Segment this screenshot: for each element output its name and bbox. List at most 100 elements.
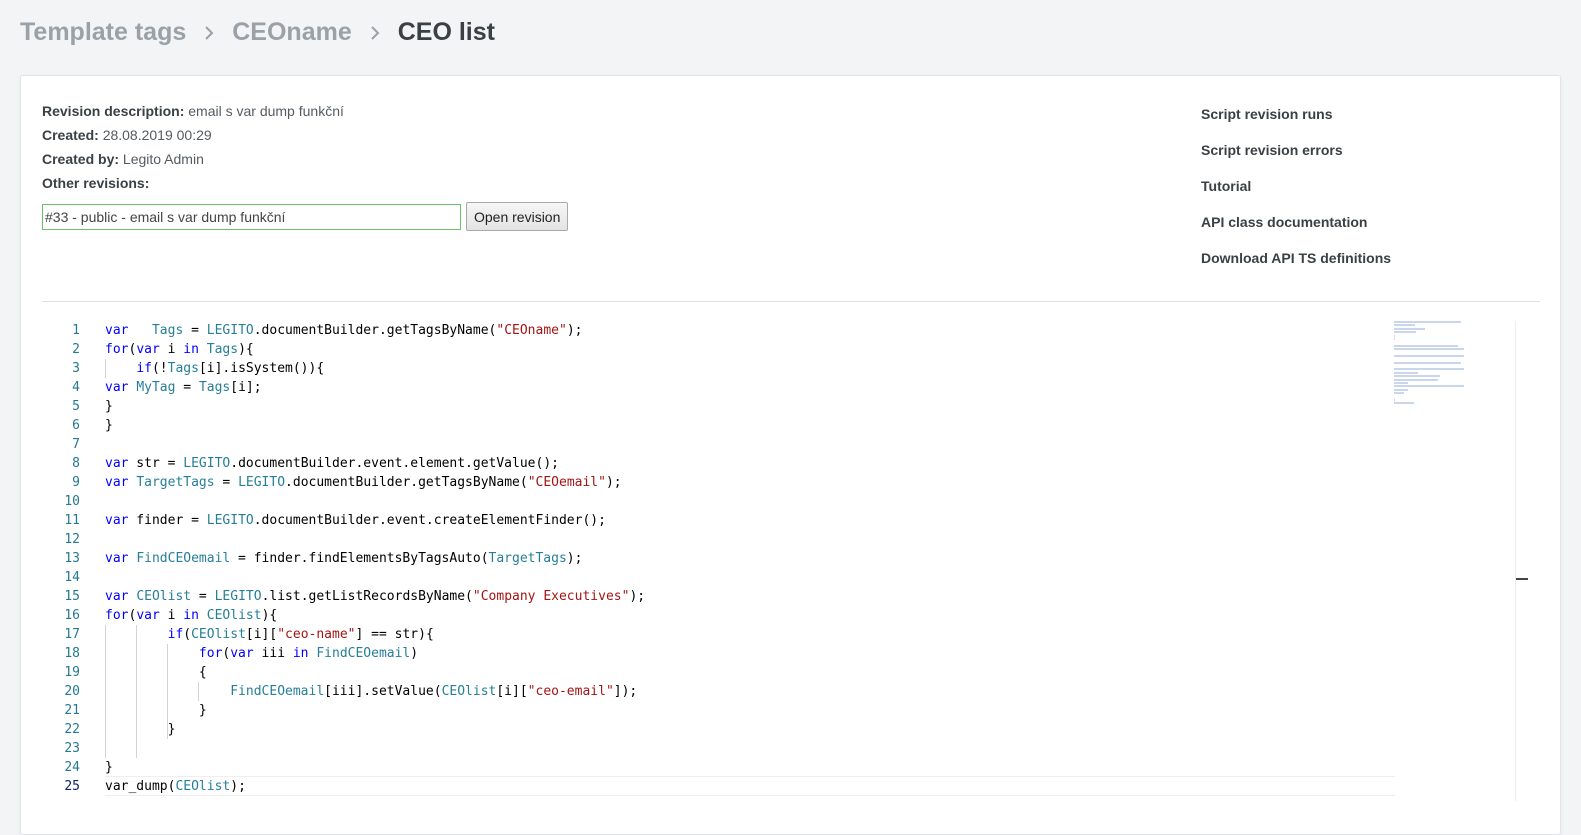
code-text[interactable]: var TargetTags = LEGITO.documentBuilder.… bbox=[105, 473, 622, 492]
created-value: 28.08.2019 00:29 bbox=[102, 127, 212, 143]
code-text[interactable]: var Tags = LEGITO.documentBuilder.getTag… bbox=[105, 321, 582, 340]
code-line[interactable]: 10 bbox=[42, 492, 645, 511]
api-class-documentation-link[interactable]: API class documentation bbox=[1201, 210, 1391, 246]
code-text[interactable]: } bbox=[105, 758, 113, 777]
line-number: 6 bbox=[72, 418, 80, 433]
tutorial-link[interactable]: Tutorial bbox=[1201, 174, 1391, 210]
code-line[interactable]: 17 if(CEOlist[i]["ceo-name"] == str){ bbox=[42, 625, 645, 644]
minimap-line bbox=[1394, 337, 1396, 340]
code-text[interactable]: } bbox=[105, 720, 176, 739]
line-number: 9 bbox=[72, 475, 80, 490]
code-line[interactable]: 3 if(!Tags[i].isSystem()){ bbox=[42, 359, 645, 378]
code-line[interactable]: 12 bbox=[42, 530, 645, 549]
code-text[interactable]: for(var iii in FindCEOemail) bbox=[105, 644, 418, 663]
code-line[interactable]: 5} bbox=[42, 397, 645, 416]
code-text[interactable]: var str = LEGITO.documentBuilder.event.e… bbox=[105, 454, 559, 473]
line-number: 12 bbox=[64, 532, 80, 547]
minimap-line bbox=[1394, 327, 1425, 330]
line-number: 13 bbox=[64, 551, 80, 566]
code-editor[interactable]: 1 var Tags = LEGITO.documentBuilder.getTa… bbox=[42, 321, 1540, 801]
code-line[interactable]: 7 bbox=[42, 435, 645, 454]
revision-description-label: Revision description: bbox=[42, 103, 185, 119]
created-by-label: Created by: bbox=[42, 151, 120, 167]
code-line[interactable]: 1 var Tags = LEGITO.documentBuilder.getTa… bbox=[42, 321, 645, 340]
minimap-line bbox=[1394, 398, 1396, 401]
code-line[interactable]: 25 var_dump(CEOlist); bbox=[42, 776, 1395, 796]
breadcrumb-template-tags[interactable]: Template tags bbox=[20, 18, 186, 47]
minimap-line bbox=[1394, 385, 1464, 388]
code-line[interactable]: 16 for(var i in CEOlist){ bbox=[42, 606, 645, 625]
minimap-line bbox=[1394, 368, 1464, 371]
code-text[interactable]: } bbox=[105, 397, 113, 416]
code-text[interactable]: FindCEOemail[iii].setValue(CEOlist[i]["c… bbox=[105, 682, 637, 701]
breadcrumb-ceoname[interactable]: CEOname bbox=[232, 18, 351, 47]
code-line[interactable]: 19 { bbox=[42, 663, 645, 682]
code-line[interactable]: 4 var MyTag = Tags[i]; bbox=[42, 378, 645, 397]
code-text[interactable]: var FindCEOemail = finder.findElementsBy… bbox=[105, 549, 582, 568]
code-text[interactable]: { bbox=[105, 663, 207, 682]
minimap-line bbox=[1394, 375, 1441, 378]
open-revision-button[interactable]: Open revision bbox=[466, 202, 569, 231]
code-line[interactable]: 15 var CEOlist = LEGITO.list.getListRecor… bbox=[42, 587, 645, 606]
other-revisions-label: Other revisions: bbox=[42, 175, 150, 191]
line-number: 3 bbox=[72, 361, 80, 376]
revision-selector: Open revision bbox=[42, 202, 569, 231]
code-line[interactable]: 23 bbox=[42, 739, 645, 758]
code-line[interactable]: 18 for(var iii in FindCEOemail) bbox=[42, 644, 645, 663]
minimap-line bbox=[1394, 371, 1419, 374]
code-line[interactable]: 20 FindCEOemail[iii].setValue(CEOlist[i]… bbox=[42, 682, 645, 701]
revision-description: Revision description: email s var dump f… bbox=[42, 99, 344, 123]
minimap-line bbox=[1394, 354, 1464, 357]
line-number: 22 bbox=[64, 722, 80, 737]
line-number: 5 bbox=[72, 399, 80, 414]
script-revision-errors-link[interactable]: Script revision errors bbox=[1201, 138, 1391, 174]
code-text[interactable]: if(!Tags[i].isSystem()){ bbox=[105, 359, 324, 378]
code-line[interactable]: 14 bbox=[42, 568, 645, 587]
editor-scrollbar[interactable] bbox=[1515, 321, 1529, 801]
line-number: 16 bbox=[64, 608, 80, 623]
revision-select-input[interactable] bbox=[42, 203, 461, 230]
code-line[interactable]: 6} bbox=[42, 416, 645, 435]
line-number: 21 bbox=[64, 703, 80, 718]
code-text[interactable]: for(var i in CEOlist){ bbox=[105, 606, 277, 625]
code-lines[interactable]: 1 var Tags = LEGITO.documentBuilder.getTa… bbox=[42, 321, 1395, 796]
revision-meta: Revision description: email s var dump f… bbox=[42, 99, 344, 195]
code-line[interactable]: 24} bbox=[42, 758, 645, 777]
created-by-value: Legito Admin bbox=[122, 151, 204, 167]
download-api-ts-definitions-link[interactable]: Download API TS definitions bbox=[1201, 246, 1391, 282]
line-number: 25 bbox=[64, 779, 80, 794]
code-line[interactable]: 11 var finder = LEGITO.documentBuilder.ev… bbox=[42, 511, 645, 530]
minimap-line bbox=[1394, 392, 1404, 395]
code-minimap[interactable] bbox=[1394, 321, 1484, 405]
code-text[interactable]: for(var i in Tags){ bbox=[105, 340, 254, 359]
minimap-line bbox=[1394, 348, 1464, 351]
code-text[interactable]: var CEOlist = LEGITO.list.getListRecords… bbox=[105, 587, 645, 606]
code-text[interactable]: var MyTag = Tags[i]; bbox=[105, 378, 262, 397]
code-text[interactable]: } bbox=[105, 416, 113, 435]
created-by: Created by: Legito Admin bbox=[42, 147, 344, 171]
minimap-line bbox=[1394, 378, 1438, 381]
revision-panel: Revision description: email s var dump f… bbox=[20, 75, 1561, 835]
created-label: Created: bbox=[42, 127, 99, 143]
code-line[interactable]: 22 } bbox=[42, 720, 645, 739]
line-number: 23 bbox=[64, 741, 80, 756]
code-line[interactable]: 8 var str = LEGITO.documentBuilder.event.… bbox=[42, 454, 645, 473]
minimap-line bbox=[1394, 388, 1409, 391]
line-number: 17 bbox=[64, 627, 80, 642]
code-text[interactable]: if(CEOlist[i]["ceo-name"] == str){ bbox=[105, 625, 434, 644]
other-revisions: Other revisions: bbox=[42, 171, 344, 195]
code-line[interactable]: 9 var TargetTags = LEGITO.documentBuilder… bbox=[42, 473, 645, 492]
minimap-line bbox=[1394, 324, 1415, 327]
script-revision-runs-link[interactable]: Script revision runs bbox=[1201, 102, 1391, 138]
code-line[interactable]: 21 } bbox=[42, 701, 645, 720]
minimap-line bbox=[1394, 402, 1414, 405]
line-number: 7 bbox=[72, 437, 80, 452]
line-number: 19 bbox=[64, 665, 80, 680]
breadcrumb: Template tags CEOname CEO list bbox=[20, 18, 495, 47]
code-text[interactable]: var finder = LEGITO.documentBuilder.even… bbox=[105, 511, 606, 530]
line-number: 14 bbox=[64, 570, 80, 585]
code-text[interactable]: var_dump(CEOlist); bbox=[105, 776, 1395, 796]
code-text[interactable]: } bbox=[105, 701, 207, 720]
code-line[interactable]: 2 for(var i in Tags){ bbox=[42, 340, 645, 359]
code-line[interactable]: 13 var FindCEOemail = finder.findElements… bbox=[42, 549, 645, 568]
